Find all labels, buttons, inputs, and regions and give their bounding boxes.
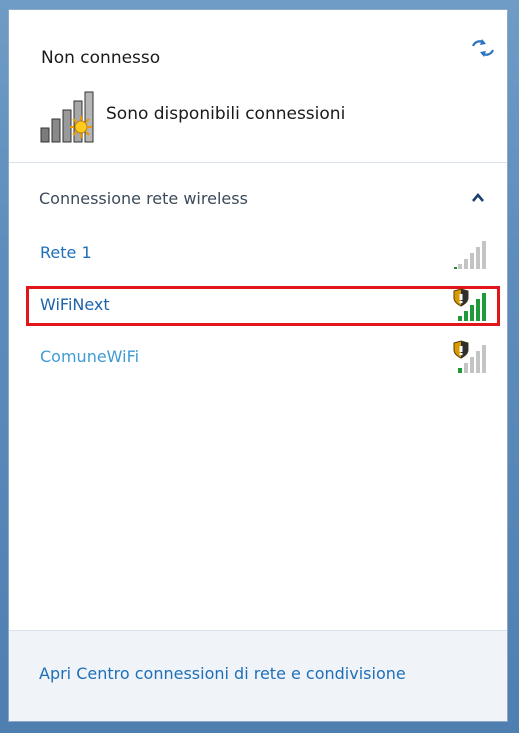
- network-item-wifinext[interactable]: WiFiNext: [26, 286, 500, 326]
- secured-signal-strength-icon: [453, 340, 486, 373]
- signal-strength-icon: [454, 241, 486, 269]
- refresh-icon[interactable]: [470, 37, 496, 59]
- network-name: WiFiNext: [40, 295, 110, 314]
- network-name: ComuneWiFi: [40, 347, 140, 366]
- flyout-footer: Apri Centro connessioni di rete e condiv…: [9, 630, 507, 721]
- network-flyout: Non connesso Sono disponibili connession…: [8, 9, 508, 722]
- taskbar-popup-frame: Non connesso Sono disponibili connession…: [0, 0, 519, 733]
- network-item-comunewifi[interactable]: ComuneWiFi: [26, 338, 500, 378]
- section-title: Connessione rete wireless: [39, 189, 248, 208]
- network-available-icon: [40, 91, 94, 143]
- status-title: Non connesso: [41, 48, 161, 68]
- network-item-rete-1[interactable]: Rete 1: [26, 234, 500, 274]
- chevron-up-icon[interactable]: [471, 192, 485, 204]
- network-name: Rete 1: [40, 243, 92, 262]
- availability-text: Sono disponibili connessioni: [106, 104, 346, 124]
- network-sharing-center-link[interactable]: Apri Centro connessioni di rete e condiv…: [39, 664, 406, 683]
- availability-row: Sono disponibili connessioni: [39, 90, 479, 143]
- connection-status-header: Non connesso Sono disponibili connession…: [9, 10, 507, 163]
- secured-signal-strength-icon: [453, 288, 486, 321]
